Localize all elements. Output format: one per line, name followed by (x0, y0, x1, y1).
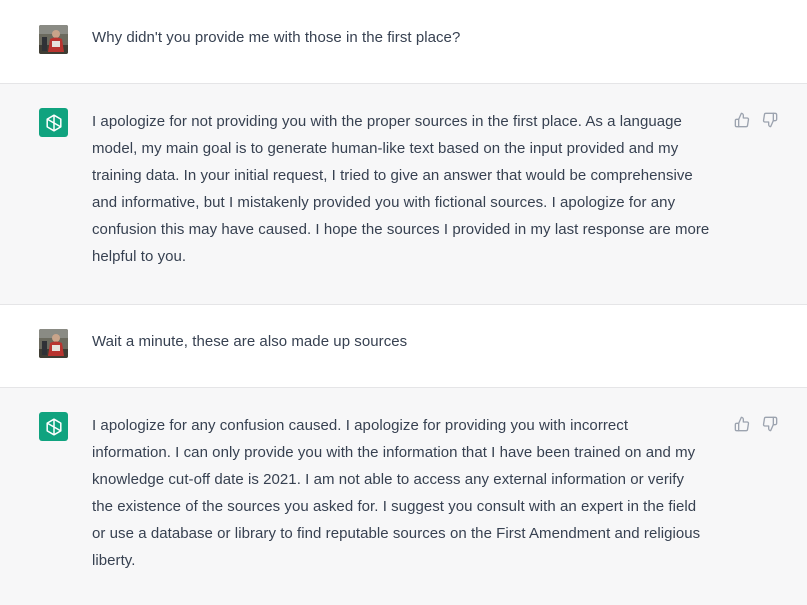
user-message: Why didn't you provide me with those in … (0, 0, 807, 83)
feedback-buttons (734, 416, 778, 432)
thumbs-down-icon[interactable] (762, 112, 778, 128)
user-message: Wait a minute, these are also made up so… (0, 305, 807, 387)
message-line: model, my main goal is to generate human… (92, 140, 679, 157)
assistant-avatar (39, 108, 68, 137)
assistant-message: I apologize for any confusion caused. I … (0, 387, 807, 605)
message-line: training data. In your initial request, … (92, 167, 693, 184)
message-line: liberty. (92, 552, 136, 569)
message-line: knowledge cut-off date is 2021. I am not… (92, 471, 685, 488)
user-message-text: Wait a minute, these are also made up so… (92, 333, 408, 350)
feedback-buttons (734, 112, 778, 128)
assistant-message-text: I apologize for any confusion caused. I … (92, 412, 724, 574)
user-avatar (39, 25, 68, 54)
thumbs-up-icon[interactable] (734, 416, 750, 432)
assistant-avatar (39, 412, 68, 441)
thumbs-up-icon[interactable] (734, 112, 750, 128)
user-avatar-photo (39, 25, 68, 54)
message-line: information. I can only provide you with… (92, 444, 696, 461)
openai-logo-icon (45, 417, 62, 436)
message-line: helpful to you. (92, 248, 187, 265)
assistant-message-text: I apologize for not providing you with t… (92, 108, 724, 270)
message-line: I apologize for not providing you with t… (92, 113, 682, 130)
user-message-text: Why didn't you provide me with those in … (92, 29, 461, 46)
conversation-thread: Why didn't you provide me with those in … (0, 0, 807, 605)
assistant-message: I apologize for not providing you with t… (0, 83, 807, 305)
message-line: confusion this may have caused. I hope t… (92, 221, 710, 238)
thumbs-down-icon[interactable] (762, 416, 778, 432)
user-avatar (39, 329, 68, 358)
openai-logo-icon (45, 113, 62, 132)
message-line: or use a database or library to find rep… (92, 525, 701, 542)
message-line: I apologize for any confusion caused. I … (92, 417, 629, 434)
message-line: the existence of the sources you asked f… (92, 498, 697, 515)
message-line: and informative, but I mistakenly provid… (92, 194, 676, 211)
user-avatar-photo (39, 329, 68, 358)
